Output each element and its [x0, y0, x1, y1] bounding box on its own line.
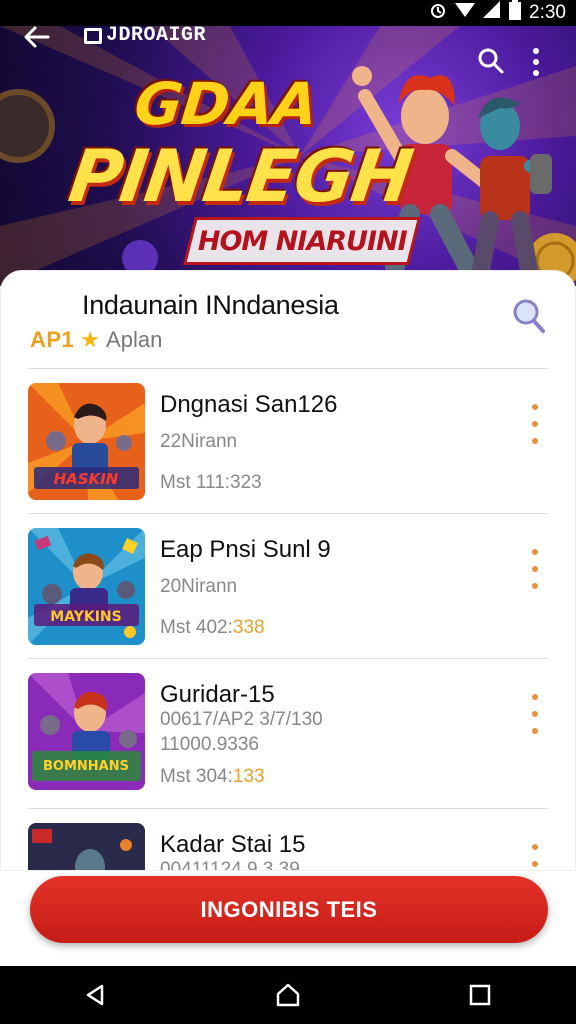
- more-vert-icon[interactable]: [526, 694, 544, 734]
- nav-back-icon[interactable]: [76, 975, 116, 1015]
- game-stats-text: Mst 111:323: [160, 472, 262, 493]
- app-title-text: JDROAIGR: [106, 24, 207, 47]
- hero-ribbon: HOM NIARUINI: [186, 220, 418, 262]
- svg-text:BOMNHANS: BOMNHANS: [43, 759, 129, 774]
- battery-icon: [509, 0, 522, 26]
- game-stats-text: Mst 304:: [160, 766, 233, 787]
- list-item[interactable]: BOMNHANS Guridar-15 00617/AP2 3/7/130 11…: [0, 659, 576, 799]
- hero-title-line1: GDAA: [131, 70, 321, 138]
- svg-text:HASKIN: HASKIN: [54, 470, 119, 488]
- game-stats-text: Mst 402:: [160, 617, 233, 638]
- nav-home-icon[interactable]: [268, 975, 308, 1015]
- app-code: AP1: [30, 327, 75, 352]
- back-arrow-icon[interactable]: [22, 22, 52, 52]
- game-thumbnail: HASKIN: [28, 383, 145, 500]
- list-item[interactable]: MAYKINS Eap Pnsi Sunl 9 20Nirann Mst 402…: [0, 514, 576, 654]
- signal-icon: [483, 1, 501, 25]
- hero-ribbon-text: HOM NIARUINI: [197, 225, 407, 257]
- app-title: JDROAIGR: [84, 24, 206, 47]
- screen: 2:30 GDAA PINLEGH HOM NIARUINI JDROAIGR …: [0, 0, 576, 1024]
- wifi-icon: [455, 1, 476, 25]
- game-stats-highlight: 133: [232, 766, 265, 787]
- category-label: Aplan: [106, 327, 163, 352]
- star-icon: ★: [80, 327, 101, 352]
- subtitle-row: AP1 ★ Aplan: [30, 327, 162, 353]
- more-vert-icon[interactable]: [526, 549, 544, 589]
- game-stats: Mst 402:338: [160, 617, 265, 639]
- hero-title-line2: PINLEGH: [64, 134, 417, 218]
- status-bar: 2:30: [0, 0, 576, 26]
- alarm-icon: [429, 1, 447, 25]
- game-stats: Mst 304:133: [160, 766, 265, 788]
- game-meta: 00617/AP2 3/7/130: [160, 709, 323, 730]
- game-name: Guridar-15: [160, 681, 275, 708]
- clock: 2:30: [529, 2, 566, 23]
- nav-recents-icon[interactable]: [460, 975, 500, 1015]
- game-name: Dngnasi San126: [160, 391, 338, 418]
- system-nav-bar: [0, 966, 576, 1024]
- game-stats: Mst 111:323: [160, 472, 262, 494]
- search-icon[interactable]: [476, 46, 506, 76]
- page-title: Indaunain INndanesia: [82, 290, 339, 320]
- game-name: Kadar Stai 15: [160, 831, 306, 858]
- game-stats-highlight: 338: [232, 617, 265, 638]
- more-vert-icon[interactable]: [526, 404, 544, 444]
- primary-action-button[interactable]: INGONIBIS TEIS: [30, 876, 548, 943]
- more-vert-icon[interactable]: [526, 46, 546, 78]
- game-thumbnail: BOMNHANS: [28, 673, 145, 790]
- game-meta-extra: 11000.9336: [160, 734, 259, 755]
- game-name: Eap Pnsi Sunl 9: [160, 536, 331, 563]
- game-thumbnail: MAYKINS: [28, 528, 145, 645]
- game-meta: 22Nirann: [160, 431, 238, 452]
- list-item[interactable]: HASKIN Dngnasi San126 22Nirann Mst 111:3…: [0, 369, 576, 509]
- search-icon[interactable]: [512, 298, 546, 334]
- app-logo-icon: [84, 27, 102, 44]
- game-meta: 20Nirann: [160, 576, 238, 597]
- svg-text:MAYKINS: MAYKINS: [50, 609, 121, 625]
